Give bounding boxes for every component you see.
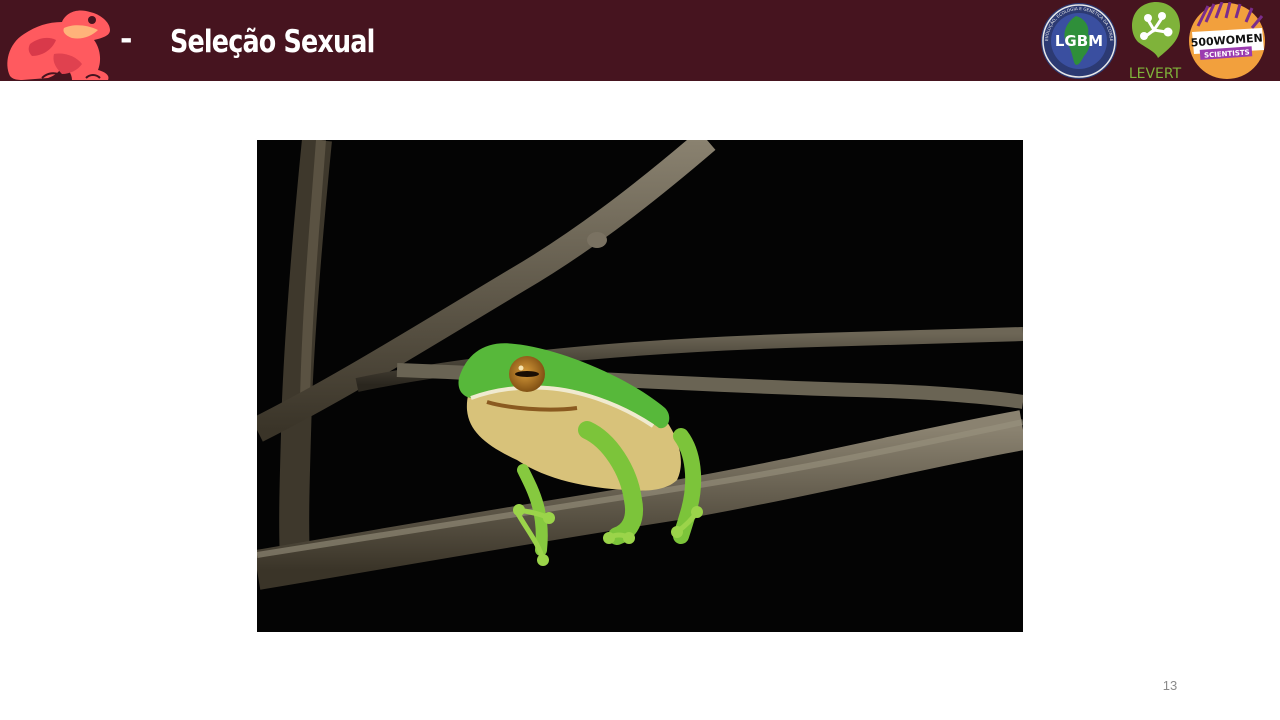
frog-photo xyxy=(257,140,1023,632)
page-title: Seleção Sexual xyxy=(170,24,375,60)
frog-icon xyxy=(7,10,110,80)
header-banner: - Seleção Sexual LGBM EVOLUÇÃO, ECOLOGIA… xyxy=(0,0,1280,81)
page-number: 13 xyxy=(1162,678,1178,693)
500-women-scientists-logo: 500WOMEN SCIENTISTS xyxy=(1189,2,1265,79)
frog-on-branch-image xyxy=(257,140,1023,632)
levert-logo: LEVERT xyxy=(1129,2,1182,80)
levert-text: LEVERT xyxy=(1129,66,1182,80)
title-separator: - xyxy=(120,22,133,57)
lgbm-logo: LGBM EVOLUÇÃO, ECOLOGIA E GENÉTICA DA CO… xyxy=(1040,2,1117,79)
lgbm-text: LGBM xyxy=(1055,32,1103,50)
